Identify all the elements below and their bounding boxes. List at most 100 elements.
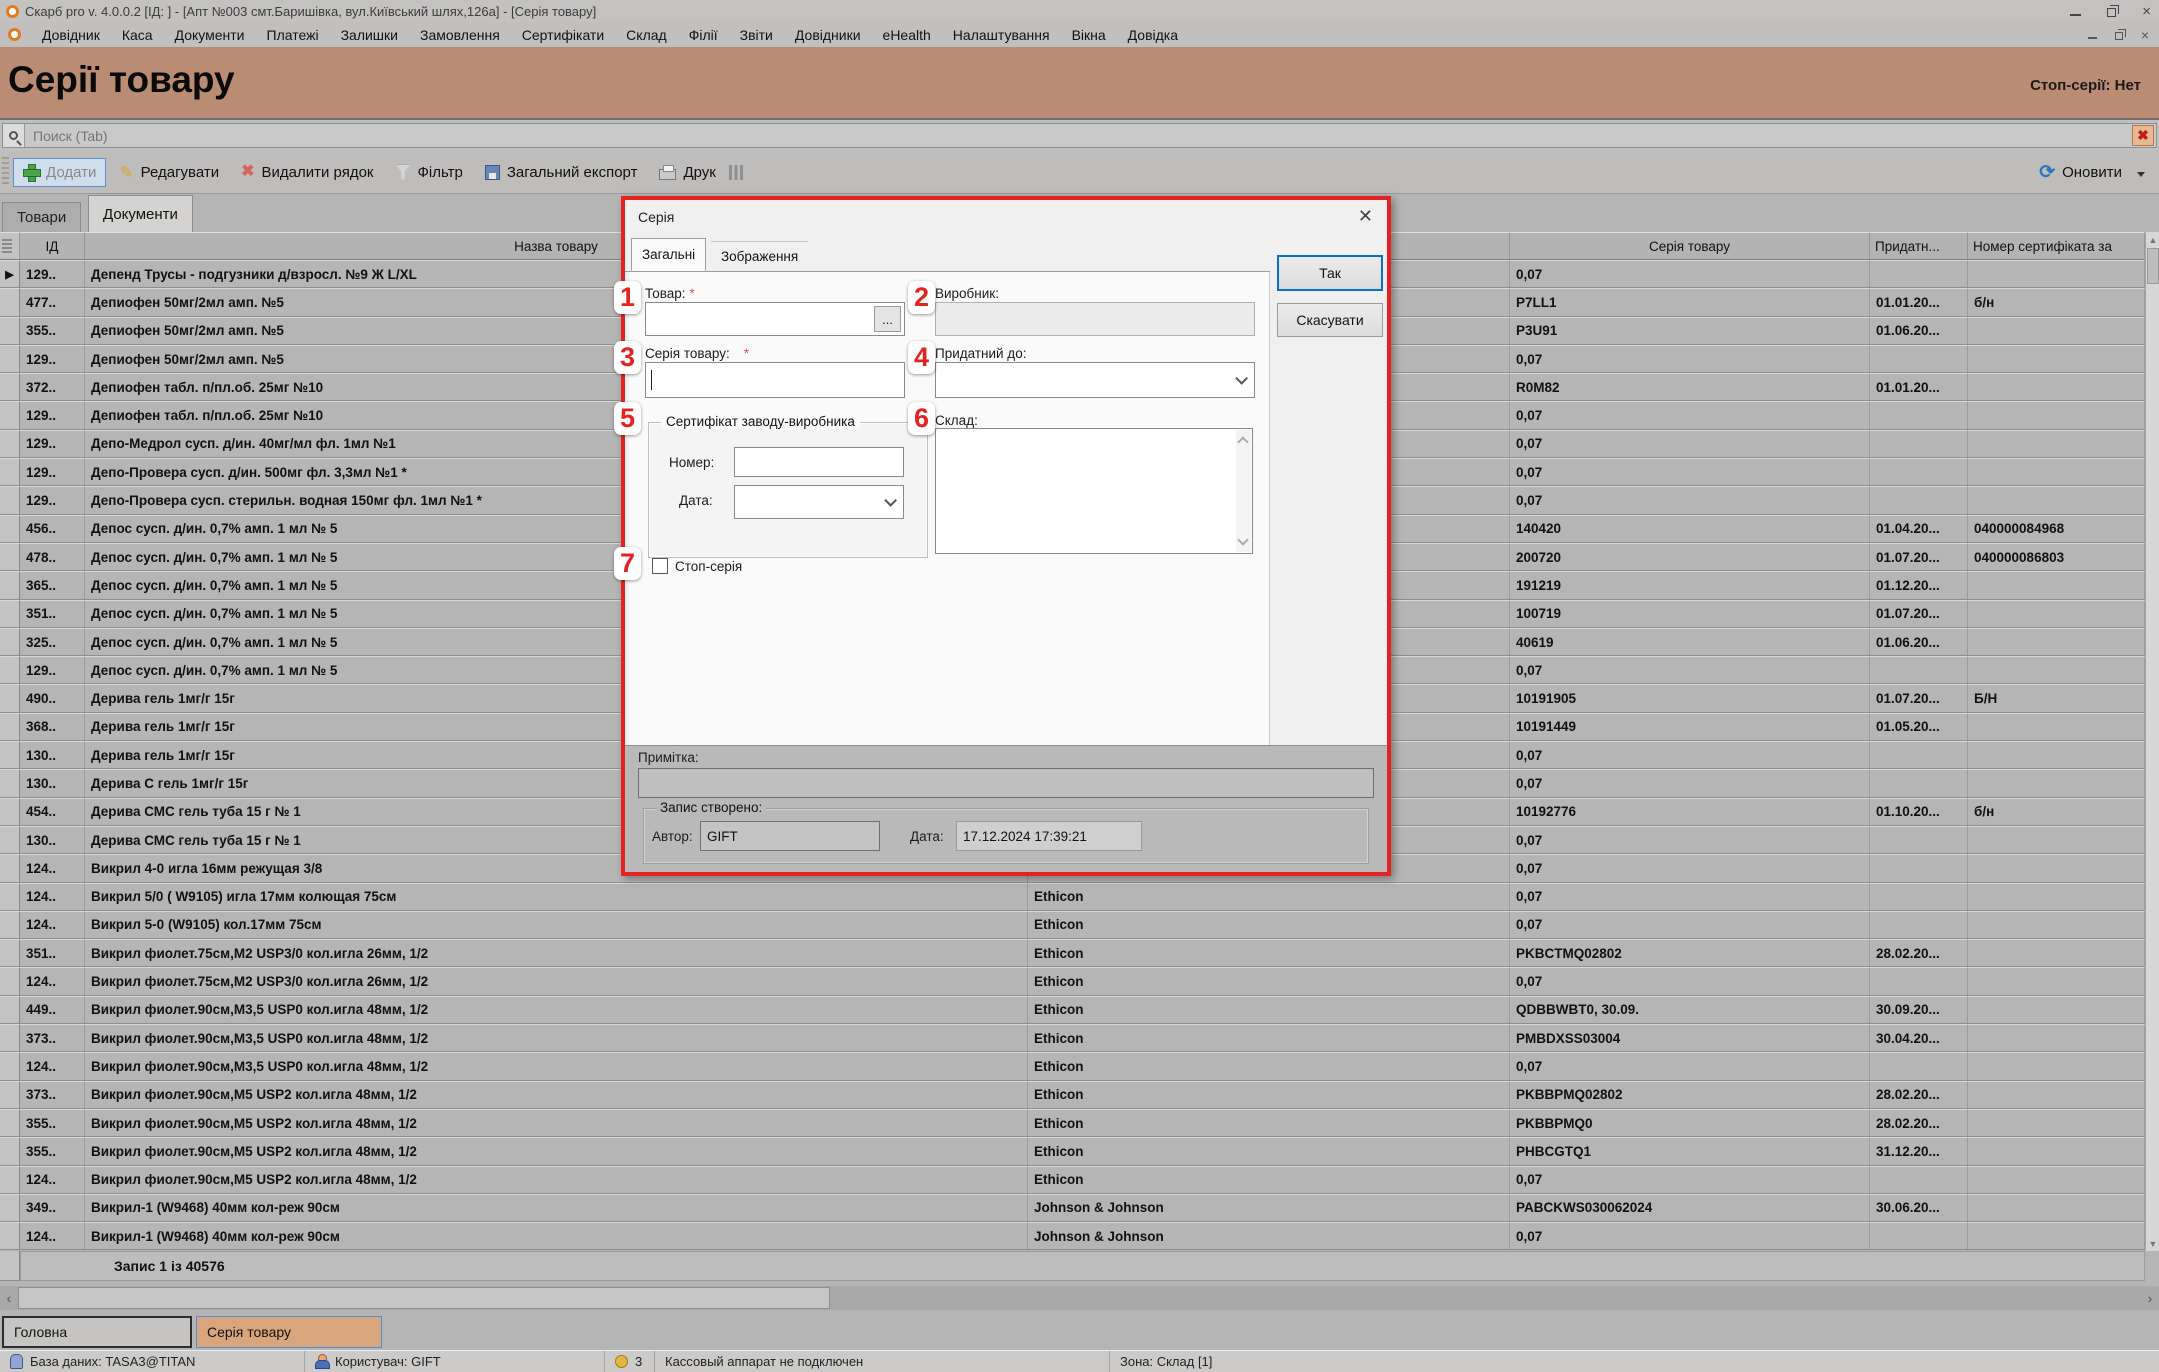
search-button[interactable] [3,124,25,147]
cell-manufacturer: Ethicon [1028,1166,1510,1193]
menu-item[interactable]: Довідники [784,25,872,45]
table-row[interactable]: 124.. Викрил фиолет.75см,М2 USP3/0 кол.и… [0,967,2145,995]
print-button[interactable]: Друк [650,159,724,186]
status-count: 3 [635,1354,642,1369]
mdi-close-icon[interactable]: × [2141,28,2149,42]
filter-button[interactable]: Фільтр [387,159,472,186]
scroll-down-icon[interactable] [1237,534,1248,545]
row-indicator [0,1222,20,1249]
refresh-dropdown-icon[interactable] [2137,172,2145,177]
wintab-home[interactable]: Головна [2,1316,192,1348]
dialog-tab-general[interactable]: Загальні [631,238,706,271]
refresh-button[interactable]: ⟳ Оновити [2030,158,2131,187]
menu-item[interactable]: Довідник [31,25,111,45]
column-header-id[interactable]: ІД [20,232,85,260]
column-header-series[interactable]: Серія товару [1510,232,1870,260]
cell-series: 40619 [1510,628,1870,655]
table-row[interactable]: 124.. Викрил 5/0 ( W9105) игла 17мм колю… [0,883,2145,911]
add-button[interactable]: Додати [13,158,106,187]
menu-item[interactable]: Філії [678,25,729,45]
mdi-restore-icon[interactable] [2115,32,2123,40]
columns-icon[interactable] [729,165,743,180]
scroll-left-icon[interactable]: ‹ [0,1286,18,1310]
menu-item[interactable]: Звіти [729,25,784,45]
scroll-right-icon[interactable]: › [2141,1286,2159,1310]
horizontal-scrollbar[interactable]: ‹ › [0,1286,2159,1310]
page-title: Серії товару [8,59,235,101]
table-row[interactable]: 355.. Викрил фиолет.90см,М5 USP2 кол.игл… [0,1137,2145,1165]
restore-icon[interactable] [2107,8,2116,17]
table-row[interactable]: 449.. Викрил фиолет.90см,М3,5 USP0 кол.и… [0,996,2145,1024]
minimize-icon[interactable] [2070,7,2081,16]
cell-series: 10192776 [1510,798,1870,825]
menu-item[interactable]: Вікна [1061,25,1117,45]
row-indicator [0,798,20,825]
cell-name: Викрил фиолет.90см,М5 USP2 кол.игла 48мм… [85,1081,1028,1108]
cell-expiry: 30.06.20... [1870,1194,1968,1221]
wintab-series[interactable]: Серія товару [196,1316,382,1348]
browse-button[interactable]: ... [874,306,901,332]
menu-item[interactable]: Залишки [330,25,409,45]
delete-row-button[interactable]: ✖ Видалити рядок [232,159,382,186]
warehouse-textarea[interactable] [935,428,1253,554]
column-header-expiry[interactable]: Придатн... [1870,232,1968,260]
textarea-scrollbar[interactable] [1236,430,1251,552]
cell-manufacturer: Ethicon [1028,939,1510,966]
tab-goods[interactable]: Товари [2,202,81,232]
product-field[interactable]: ... [645,302,905,336]
scroll-down-icon[interactable]: ▼ [2147,1236,2159,1251]
cell-series: PABCKWS030062024 [1510,1194,1870,1221]
cell-cert: Б/Н [1968,684,2145,711]
cert-date-combobox[interactable] [734,485,904,519]
table-row[interactable]: 124.. Викрил 5-0 (W9105) кол.17мм 75см E… [0,911,2145,939]
search-clear-icon[interactable]: ✖ [2132,125,2154,146]
series-field[interactable] [645,362,905,398]
menu-item[interactable]: Налаштування [942,25,1061,45]
cert-number-field[interactable] [734,447,904,477]
table-row[interactable]: 349.. Викрил-1 (W9468) 40мм кол-реж 90см… [0,1194,2145,1222]
table-row[interactable]: 124.. Викрил-1 (W9468) 40мм кол-реж 90см… [0,1222,2145,1250]
table-row[interactable]: 355.. Викрил фиолет.90см,М5 USP2 кол.игл… [0,1109,2145,1137]
table-row[interactable]: 351.. Викрил фиолет.75см,М2 USP3/0 кол.и… [0,939,2145,967]
cancel-button[interactable]: Скасувати [1277,303,1383,337]
edit-button[interactable]: ✎ Редагувати [110,159,228,186]
stop-series-checkbox[interactable] [652,558,668,574]
dialog-tab-image[interactable]: Зображення [711,241,808,271]
table-row[interactable]: 124.. Викрил фиолет.90см,М5 USP2 кол.игл… [0,1166,2145,1194]
menu-item[interactable]: Склад [615,25,678,45]
horizontal-scroll-thumb[interactable] [18,1287,830,1309]
cell-cert [1968,1166,2145,1193]
table-row[interactable]: 373.. Викрил фиолет.90см,М5 USP2 кол.игл… [0,1081,2145,1109]
menu-item[interactable]: eHealth [872,25,942,45]
table-row[interactable]: 124.. Викрил фиолет.90см,М3,5 USP0 кол.и… [0,1052,2145,1080]
factory-cert-group: Сертифікат заводу-виробника Номер: Дата: [648,422,928,558]
text-caret [651,370,652,390]
close-icon[interactable]: × [2142,4,2151,19]
scroll-up-icon[interactable] [1237,436,1248,447]
cell-cert [1968,854,2145,881]
dialog-close-icon[interactable]: ✕ [1358,206,1373,227]
tab-documents[interactable]: Документи [88,195,193,232]
row-indicator [0,939,20,966]
menu-item[interactable]: Довідка [1117,25,1189,45]
export-button[interactable]: Загальний експорт [476,159,647,186]
vertical-scrollbar[interactable]: ▲ ▼ [2145,232,2159,1251]
search-input[interactable] [25,128,2156,144]
menu-item[interactable]: Документи [164,25,256,45]
table-row[interactable]: 373.. Викрил фиолет.90см,М3,5 USP0 кол.и… [0,1024,2145,1052]
vertical-scroll-thumb[interactable] [2147,248,2159,284]
column-header-cert[interactable]: Номер сертифіката за [1968,232,2145,260]
scroll-up-icon[interactable]: ▲ [2147,232,2159,247]
valid-until-combobox[interactable] [935,362,1255,398]
menu-item[interactable]: Платежі [256,25,330,45]
menu-item[interactable]: Сертифікати [511,25,615,45]
row-indicator [0,515,20,542]
cell-series: 10191905 [1510,684,1870,711]
mdi-minimize-icon[interactable] [2088,31,2097,39]
ok-button[interactable]: Так [1277,255,1383,291]
note-field[interactable] [638,768,1374,798]
cell-name: Викрил-1 (W9468) 40мм кол-реж 90см [85,1222,1028,1249]
menu-item[interactable]: Каса [111,25,164,45]
cell-cert [1968,656,2145,683]
menu-item[interactable]: Замовлення [409,25,511,45]
